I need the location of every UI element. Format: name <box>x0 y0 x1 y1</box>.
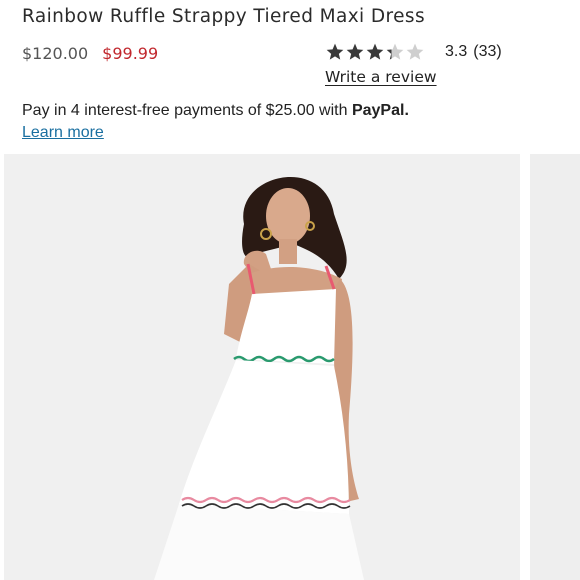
star-rating <box>325 42 425 62</box>
empty-star-icon <box>406 43 424 60</box>
rating-summary[interactable]: 3.3 (33) <box>325 42 525 62</box>
product-image-next-peek[interactable] <box>530 154 580 580</box>
paypal-brand: PayPal. <box>351 102 409 119</box>
product-image-main[interactable] <box>4 154 520 580</box>
product-title: Rainbow Ruffle Strappy Tiered Maxi Dress <box>22 6 425 27</box>
partial-star-icon <box>386 43 404 60</box>
rating-value: 3.3 <box>445 43 468 60</box>
product-image-carousel[interactable] <box>0 154 580 580</box>
star-icon <box>326 43 344 60</box>
model-photo <box>4 154 520 580</box>
paypal-text: Pay in 4 interest-free payments of $25.0… <box>22 102 352 119</box>
star-icon <box>366 43 384 60</box>
star-icon <box>346 43 364 60</box>
price-row: $120.00 $99.99 <box>22 44 158 63</box>
review-count: (33) <box>473 43 502 60</box>
write-review-link[interactable]: Write a review <box>325 68 437 86</box>
original-price: $120.00 <box>22 44 89 63</box>
sale-price: $99.99 <box>102 44 159 63</box>
learn-more-link[interactable]: Learn more <box>22 124 104 142</box>
paypal-installments-message: Pay in 4 interest-free payments of $25.0… <box>22 102 409 120</box>
